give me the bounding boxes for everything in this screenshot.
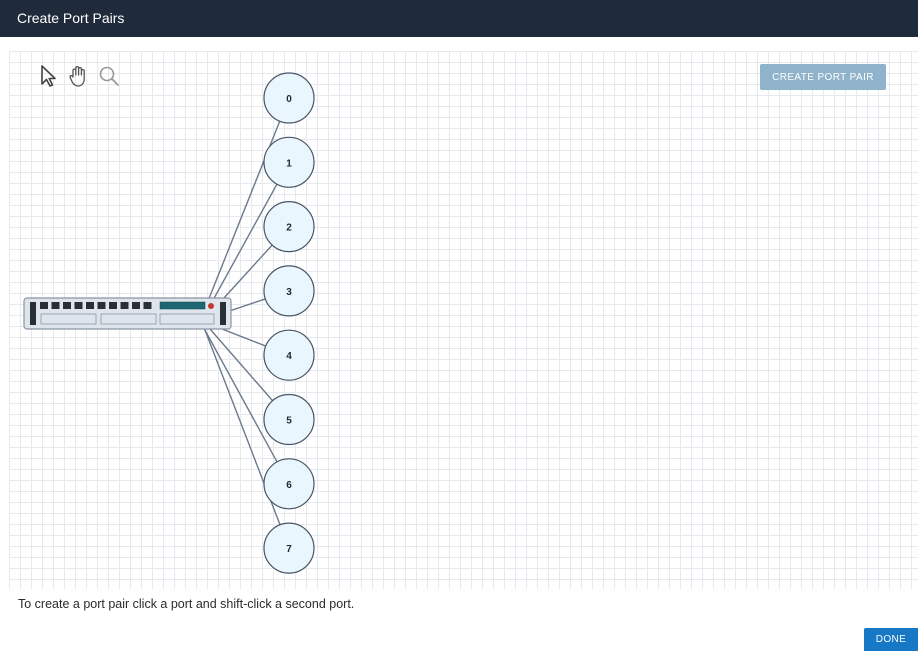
port-node-0[interactable]: 0 <box>263 72 315 124</box>
switch-port-0[interactable] <box>40 302 48 309</box>
hand-icon <box>69 66 85 87</box>
zoom-tool-button[interactable] <box>97 63 121 89</box>
create-port-pair-button[interactable]: CREATE PORT PAIR <box>760 64 886 90</box>
magnifier-icon <box>99 66 119 86</box>
switch-port-4[interactable] <box>86 302 94 309</box>
port-node-label: 6 <box>286 480 292 491</box>
switch-device[interactable] <box>23 297 232 330</box>
switch-port-3[interactable] <box>74 302 83 309</box>
port-node-4[interactable]: 4 <box>263 329 315 381</box>
port-node-label: 1 <box>286 158 292 169</box>
port-node-3[interactable]: 3 <box>263 265 315 317</box>
port-nodes-layer: 0 1 2 3 4 5 6 7 <box>263 72 315 574</box>
pointer-icon <box>41 65 56 87</box>
port-node-2[interactable]: 2 <box>263 201 315 253</box>
done-button[interactable]: DONE <box>864 628 918 651</box>
port-node-label: 3 <box>286 287 292 298</box>
switch-port-6[interactable] <box>109 302 117 309</box>
switch-port-7[interactable] <box>120 302 129 309</box>
port-node-1[interactable]: 1 <box>263 136 315 188</box>
dialog-title: Create Port Pairs <box>0 0 918 37</box>
topology-diagram: 0 1 2 3 4 5 6 7 <box>23 72 315 574</box>
switch-port-1[interactable] <box>51 302 60 309</box>
topology-canvas[interactable]: 0 1 2 3 4 5 6 7 CREATE PORT PAIR <box>9 51 918 589</box>
switch-port-5[interactable] <box>97 302 106 309</box>
switch-port-8[interactable] <box>132 302 140 309</box>
port-node-label: 4 <box>286 351 292 362</box>
port-node-label: 5 <box>286 416 292 427</box>
switch-port-2[interactable] <box>63 302 71 309</box>
port-node-7[interactable]: 7 <box>263 522 315 574</box>
port-node-label: 0 <box>286 94 292 105</box>
port-node-6[interactable]: 6 <box>263 458 315 510</box>
port-node-label: 7 <box>286 544 292 555</box>
instructions-text: To create a port pair click a port and s… <box>18 597 355 611</box>
port-node-label: 2 <box>286 223 292 234</box>
port-node-5[interactable]: 5 <box>263 393 315 446</box>
pointer-tool-button[interactable] <box>37 63 61 89</box>
switch-port-9[interactable] <box>143 302 152 309</box>
pan-tool-button[interactable] <box>66 63 90 89</box>
